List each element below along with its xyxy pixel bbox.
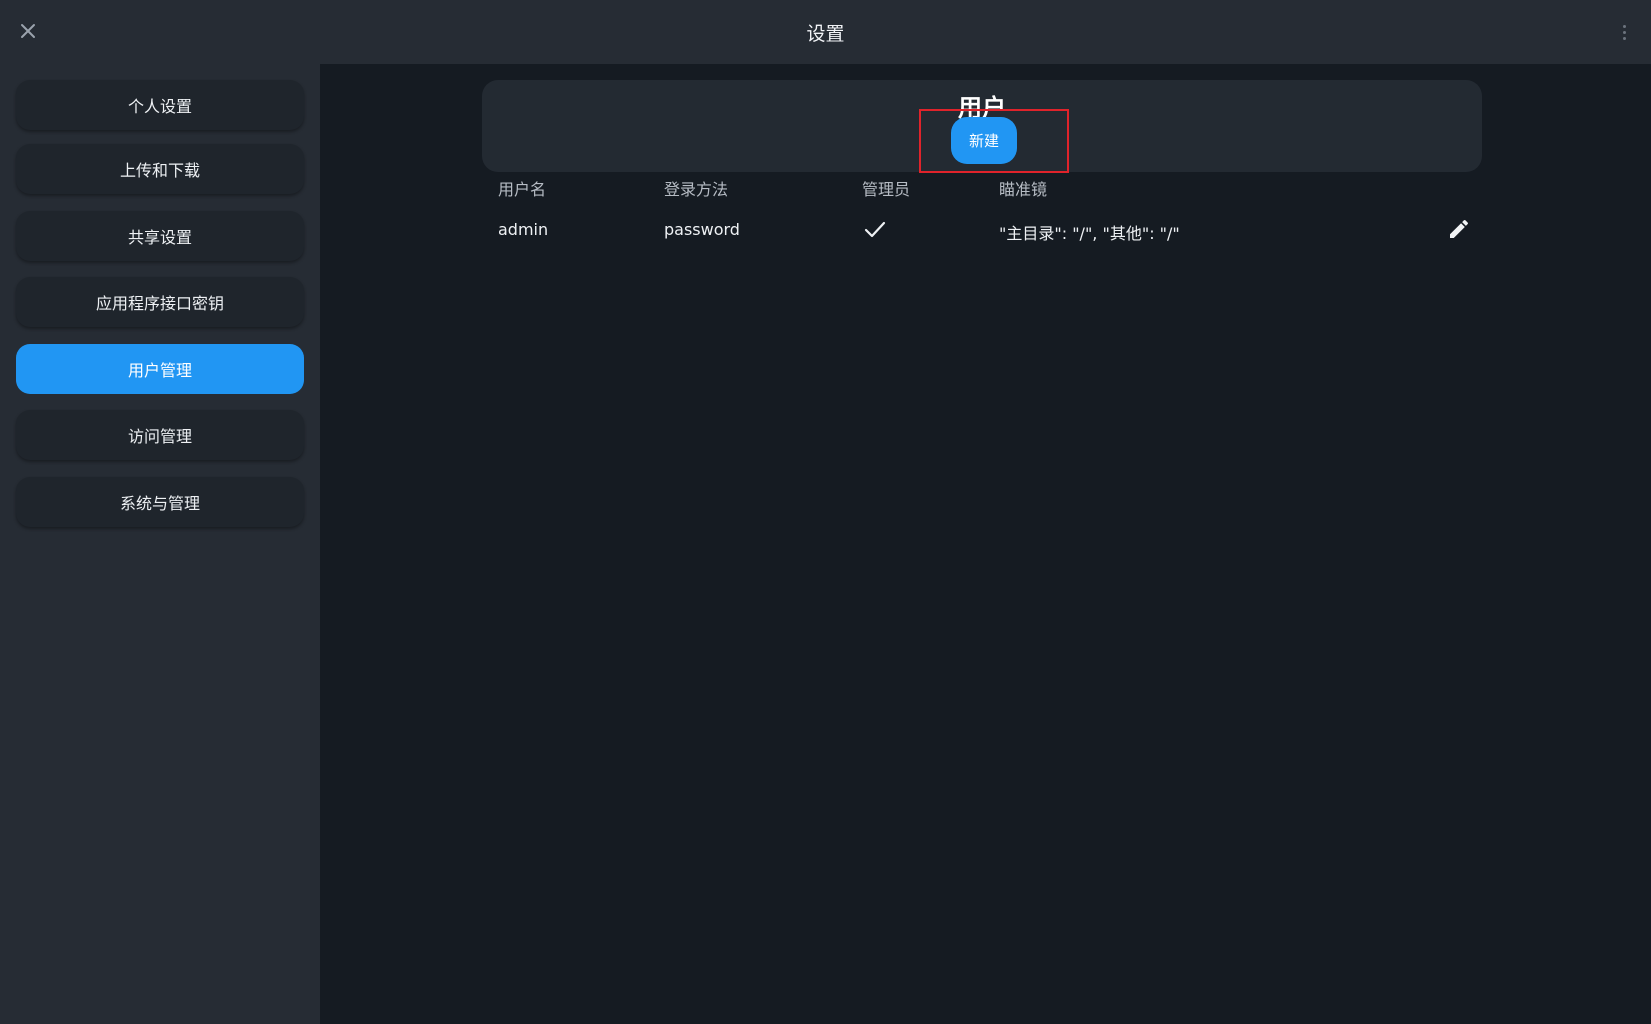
- sidebar-item-label: 用户管理: [127, 361, 192, 380]
- table-row: admin password "主目录": "/", "其他": "/": [482, 206, 1482, 256]
- kebab-menu-icon: [1622, 24, 1626, 28]
- settings-sidebar: 个人设置 上传和下载 共享设置 应用程序接口密钥 用户管理 访问管理 系统与管理: [0, 64, 320, 1024]
- sidebar-item-label: 共享设置: [127, 228, 192, 247]
- cell-scope: "主目录": "/", "其他": "/": [999, 224, 1180, 243]
- sidebar-item-personal-settings[interactable]: 个人设置: [16, 80, 304, 130]
- new-user-button[interactable]: 新建: [951, 117, 1017, 164]
- kebab-dot: [1622, 36, 1626, 40]
- column-header-scope: 瞄准镜: [999, 180, 1048, 199]
- sidebar-item-share-settings[interactable]: 共享设置: [16, 211, 304, 261]
- checkmark-icon: [864, 221, 886, 238]
- main-content: 用户 新建 用户名 登录方法 管理员 瞄准镜 admin password "主…: [320, 64, 1651, 1024]
- kebab-dot: [1622, 30, 1626, 34]
- sidebar-item-api-keys[interactable]: 应用程序接口密钥: [16, 277, 304, 327]
- sidebar-item-label: 上传和下载: [119, 161, 200, 180]
- sidebar-item-label: 应用程序接口密钥: [95, 294, 224, 313]
- close-button[interactable]: [16, 19, 40, 43]
- sidebar-item-label: 系统与管理: [119, 494, 200, 513]
- sidebar-item-system-admin[interactable]: 系统与管理: [16, 477, 304, 527]
- window-title: 设置: [806, 22, 845, 45]
- sidebar-item-label: 访问管理: [127, 427, 192, 446]
- title-bar: 设置: [0, 0, 1651, 64]
- sidebar-item-upload-download[interactable]: 上传和下载: [16, 144, 304, 194]
- sidebar-item-label: 个人设置: [127, 97, 192, 116]
- cell-login-method: password: [664, 220, 740, 239]
- more-menu-button[interactable]: [1619, 20, 1629, 44]
- cell-username: admin: [498, 220, 549, 239]
- column-header-admin: 管理员: [862, 180, 911, 199]
- column-header-username: 用户名: [498, 180, 547, 199]
- column-header-login-method: 登录方法: [664, 180, 729, 199]
- sidebar-item-access-management[interactable]: 访问管理: [16, 410, 304, 460]
- users-header-card: 用户 新建: [482, 80, 1482, 172]
- sidebar-item-user-management[interactable]: 用户管理: [16, 344, 304, 394]
- edit-pencil-icon[interactable]: [1447, 217, 1471, 241]
- close-icon: [21, 24, 35, 38]
